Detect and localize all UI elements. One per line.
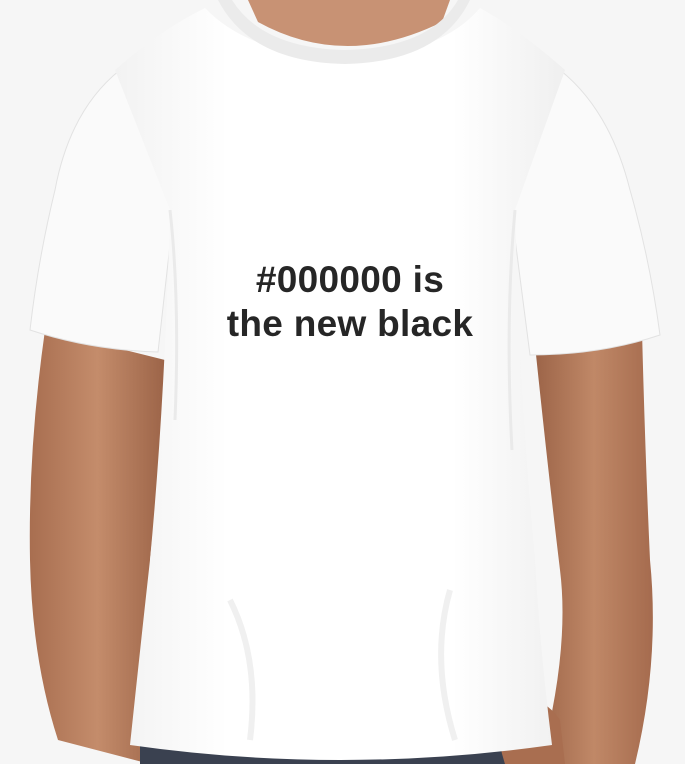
print-line-1: #000000 is [255, 259, 445, 300]
shirt-body [115, 8, 565, 760]
right-arm [535, 330, 653, 764]
shirt-print-text: #000000 is the new black [150, 258, 550, 346]
print-line-2: the new black [226, 303, 474, 344]
tshirt-model-illustration [29, 0, 661, 764]
product-photo: #000000 is the new black [0, 0, 685, 764]
